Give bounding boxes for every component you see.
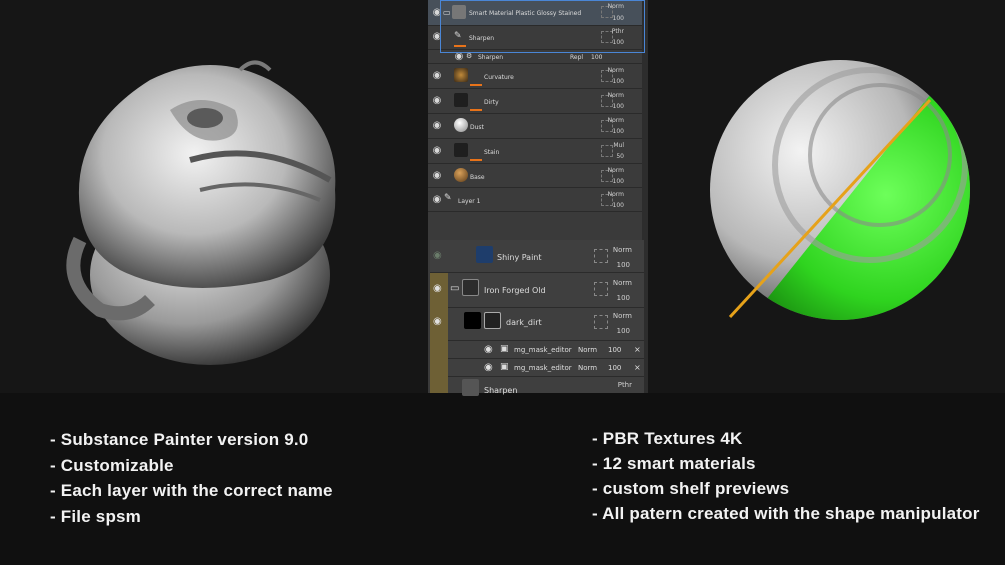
- layer-thumbnail: [454, 68, 468, 82]
- blend-mode[interactable]: Mul: [613, 142, 624, 149]
- layer-color-bar: [470, 84, 482, 86]
- layer-name: Shiny Paint: [497, 253, 542, 262]
- layer-row[interactable]: ◉ Shiny Paint Norm 100: [430, 240, 644, 273]
- opacity-value[interactable]: 100: [608, 346, 621, 354]
- layer-name: Sharpen: [484, 386, 518, 395]
- effect-name: Sharpen: [478, 54, 504, 61]
- mask-thumbnail: [484, 312, 501, 329]
- eye-icon[interactable]: ◉: [433, 283, 442, 294]
- eye-icon[interactable]: ◉: [430, 171, 444, 181]
- blend-mode[interactable]: Pthr: [618, 381, 632, 389]
- effect-name: mg_mask_editor: [514, 346, 572, 354]
- layer-name: Stain: [484, 149, 500, 156]
- layer-name: Layer 1: [458, 198, 481, 205]
- feature-line: - PBR Textures 4K: [592, 429, 743, 448]
- effect-name: mg_mask_editor: [514, 364, 572, 372]
- opacity-value[interactable]: 100: [613, 78, 624, 85]
- layer-thumbnail: [476, 246, 493, 263]
- layer-thumbnail: [462, 379, 479, 396]
- mask-editor-icon: ▣: [500, 344, 509, 354]
- folder-icon: ▭: [450, 283, 460, 294]
- layer-thumbnail: [454, 168, 468, 182]
- close-icon[interactable]: ×: [634, 345, 641, 354]
- blend-mode[interactable]: Repl: [570, 54, 583, 61]
- mask-editor-icon: ▣: [500, 362, 509, 372]
- opacity-value[interactable]: 50: [616, 153, 624, 160]
- blend-mode[interactable]: Norm: [613, 246, 632, 254]
- blend-mode[interactable]: Norm: [608, 92, 624, 99]
- opacity-value[interactable]: 100: [613, 202, 624, 209]
- layer-thumbnail: [454, 93, 468, 107]
- layer-row[interactable]: ◉ Curvature Norm 100: [428, 64, 648, 89]
- layer-panel-zoomed: ◉ Shiny Paint Norm 100 ◉ ▭ Iron Forged O…: [430, 240, 644, 396]
- mask-slot[interactable]: [594, 282, 608, 296]
- layer-row[interactable]: ◉ Stain Mul 50: [428, 139, 648, 164]
- opacity-value[interactable]: 100: [613, 128, 624, 135]
- opacity-value[interactable]: 100: [608, 364, 621, 372]
- blend-mode[interactable]: Norm: [608, 117, 624, 124]
- layer-row[interactable]: ◉ Base Norm 100: [428, 164, 648, 188]
- eye-icon[interactable]: ◉: [430, 121, 444, 131]
- layer-thumbnail: [464, 312, 481, 329]
- feature-line: - custom shelf previews: [592, 479, 790, 498]
- feature-line: - 12 smart materials: [592, 454, 756, 473]
- mask-slot[interactable]: [594, 315, 608, 329]
- opacity-value[interactable]: 100: [591, 54, 602, 61]
- toad-render: [66, 60, 336, 365]
- layer-name: Iron Forged Old: [484, 286, 546, 295]
- layer-color-bar: [470, 109, 482, 111]
- layer-thumbnail: [454, 143, 468, 157]
- layer-row[interactable]: ◉ Dust Norm 100: [428, 114, 648, 139]
- eye-icon[interactable]: ◉: [452, 52, 466, 62]
- layer-thumbnail: [462, 279, 479, 296]
- feature-line: - Each layer with the correct name: [50, 481, 333, 500]
- feature-line: - Substance Painter version 9.0: [50, 430, 309, 449]
- blend-mode[interactable]: Norm: [608, 67, 624, 74]
- effect-row[interactable]: ◉ ▣ mg_mask_editor Norm 100 ×: [448, 359, 644, 377]
- blend-mode[interactable]: Norm: [578, 346, 597, 354]
- brush-icon: ✎: [444, 193, 452, 203]
- opacity-value[interactable]: 100: [613, 178, 624, 185]
- filter-icon: ⚙: [466, 52, 473, 60]
- feature-line: - Customizable: [50, 456, 174, 475]
- feature-line: - All patern created with the shape mani…: [592, 504, 980, 523]
- description-area: [0, 393, 1005, 565]
- eye-icon[interactable]: ◉: [430, 146, 444, 156]
- blend-mode[interactable]: Norm: [613, 279, 632, 287]
- opacity-value[interactable]: 100: [613, 103, 624, 110]
- layer-name: Dirty: [484, 99, 499, 106]
- mask-slot[interactable]: [594, 249, 608, 263]
- blend-mode[interactable]: Norm: [608, 191, 624, 198]
- layer-row[interactable]: Sharpen Pthr: [448, 377, 644, 396]
- layer-name: Curvature: [484, 74, 514, 81]
- layer-row[interactable]: ◉ Dirty Norm 100: [428, 89, 648, 114]
- eye-icon[interactable]: ◉: [430, 96, 444, 106]
- opacity-value[interactable]: 100: [617, 261, 630, 269]
- effect-row[interactable]: ◉ ▣ mg_mask_editor Norm 100 ×: [448, 341, 644, 359]
- blend-mode[interactable]: Norm: [613, 312, 632, 320]
- eye-icon[interactable]: ◉: [484, 344, 493, 355]
- layer-name: Dust: [470, 124, 484, 131]
- blend-mode[interactable]: Norm: [608, 167, 624, 174]
- selection-outline: [440, 0, 645, 53]
- opacity-value[interactable]: 100: [617, 327, 630, 335]
- eye-icon[interactable]: ◉: [430, 195, 444, 205]
- eye-icon[interactable]: ◉: [433, 250, 442, 261]
- mask-slot[interactable]: [601, 145, 613, 157]
- eye-icon[interactable]: ◉: [433, 316, 442, 327]
- layer-name: dark_dirt: [506, 318, 542, 327]
- layer-row[interactable]: ◉ ▭ Iron Forged Old Norm 100: [433, 273, 644, 308]
- close-icon[interactable]: ×: [634, 363, 641, 372]
- blend-mode[interactable]: Norm: [578, 364, 597, 372]
- feature-line: - File spsm: [50, 507, 142, 526]
- layer-name: Base: [470, 174, 485, 181]
- layer-row[interactable]: ◉ dark_dirt Norm 100: [433, 308, 644, 341]
- opacity-value[interactable]: 100: [617, 294, 630, 302]
- layer-color-bar: [470, 159, 482, 161]
- eye-icon[interactable]: ◉: [430, 71, 444, 81]
- material-ball-render: [710, 60, 970, 320]
- eye-icon[interactable]: ◉: [484, 362, 493, 373]
- layer-row[interactable]: ◉ ✎ Layer 1 Norm 100: [428, 188, 648, 212]
- layer-thumbnail: [454, 118, 468, 132]
